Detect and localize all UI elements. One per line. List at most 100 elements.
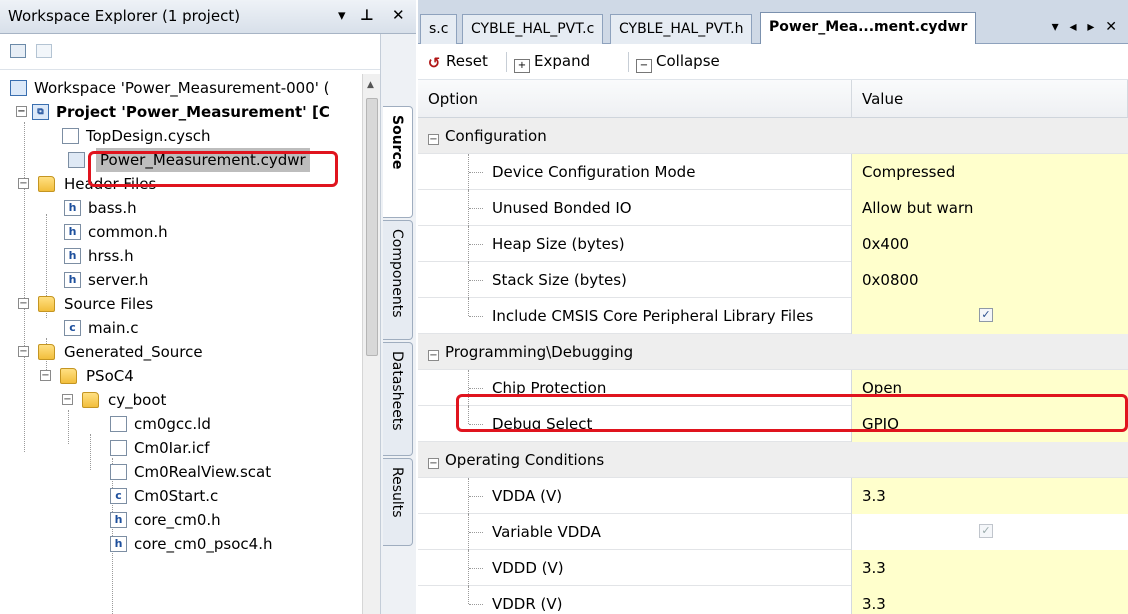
tab-cyble-hal-pvt-c[interactable]: CYBLE_HAL_PVT.c	[462, 14, 604, 44]
collapse-icon[interactable]: −	[428, 458, 439, 469]
reset-button[interactable]: ↺ Reset	[426, 52, 488, 72]
project-icon: ⧉	[32, 104, 49, 120]
row-vddd[interactable]: VDDD (V) 3.3	[418, 550, 1128, 586]
tree-project[interactable]: − ⧉ Project 'Power_Measurement' [C	[8, 100, 362, 124]
tab-cyble-hal-pvt-h[interactable]: CYBLE_HAL_PVT.h	[610, 14, 753, 44]
tab-source-label: Source	[389, 115, 405, 170]
tab-components-label: Components	[389, 229, 405, 318]
close-icon[interactable]: ✕	[392, 6, 405, 24]
value-cell[interactable]: 3.3	[852, 586, 1128, 614]
collapse-icon[interactable]: −	[18, 178, 29, 189]
tab-label: Power_Mea...ment.cydwr	[769, 19, 968, 35]
collapse-icon[interactable]: −	[18, 346, 29, 357]
editor-panel: s.c CYBLE_HAL_PVT.c CYBLE_HAL_PVT.h Powe…	[418, 0, 1128, 614]
reset-icon: ↺	[427, 54, 441, 72]
category-programming-debugging[interactable]: − Programming\Debugging	[418, 334, 1128, 370]
tab-datasheets[interactable]: Datasheets	[383, 342, 413, 456]
tree-item-label: common.h	[88, 223, 168, 241]
folder-icon	[38, 344, 55, 360]
tab-cyble-s-c[interactable]: s.c	[420, 14, 458, 44]
explorer-scrollbar[interactable]: ▲	[362, 74, 380, 614]
scroll-up-icon[interactable]: ▲	[367, 80, 374, 90]
include-cmsis-checkbox[interactable]: ✓	[979, 308, 993, 322]
option-label: Stack Size (bytes)	[492, 271, 627, 289]
header-file-icon: h	[110, 512, 127, 528]
tree-item-label: main.c	[88, 319, 139, 337]
tree-item-label: Cm0RealView.scat	[134, 463, 272, 481]
row-stack-size[interactable]: Stack Size (bytes) 0x0800	[418, 262, 1128, 298]
command-bar: ↺ Reset + Expand − Collapse	[418, 44, 1128, 80]
tree-item-label: core_cm0.h	[134, 511, 221, 529]
workspace-icon	[10, 80, 27, 96]
category-operating-conditions[interactable]: − Operating Conditions	[418, 442, 1128, 478]
document-tab-bar: s.c CYBLE_HAL_PVT.c CYBLE_HAL_PVT.h Powe…	[418, 0, 1128, 45]
collapse-icon[interactable]: −	[428, 350, 439, 361]
row-unused-bonded-io[interactable]: Unused Bonded IO Allow but warn	[418, 190, 1128, 226]
header-file-icon: h	[64, 200, 81, 216]
explorer-title-bar: Workspace Explorer (1 project) ▾ ⊥ ✕	[0, 0, 416, 34]
column-header-value[interactable]: Value	[852, 80, 1128, 118]
tree-item-label: PSoC4	[86, 367, 134, 385]
value-cell[interactable]: Allow but warn	[852, 190, 1128, 226]
collapse-button[interactable]: − Collapse	[636, 52, 720, 73]
schematic-icon	[62, 128, 79, 144]
tree-item-label: cy_boot	[108, 391, 167, 409]
category-label: Configuration	[445, 127, 547, 145]
property-grid: Option Value − Configuration Device Confi…	[418, 80, 1128, 614]
value-cell[interactable]: 3.3	[852, 478, 1128, 514]
value-cell[interactable]: 0x0800	[852, 262, 1128, 298]
collapse-icon[interactable]: −	[40, 370, 51, 381]
highlight-debug-select	[456, 394, 1128, 432]
collapse-icon[interactable]: −	[428, 134, 439, 145]
c-file-icon: c	[64, 320, 81, 336]
tab-results[interactable]: Results	[383, 458, 413, 546]
tab-controls[interactable]: ▾ ◂ ▸ ✕	[1052, 19, 1120, 35]
collapse-icon[interactable]: −	[18, 298, 29, 309]
tab-components[interactable]: Components	[383, 220, 413, 340]
collapse-icon: −	[636, 59, 652, 73]
tree-item-label: cm0gcc.ld	[134, 415, 211, 433]
expand-button[interactable]: + Expand	[514, 52, 590, 73]
expand-label: Expand	[534, 52, 591, 70]
column-header-option[interactable]: Option	[418, 80, 852, 118]
option-label: VDDD (V)	[492, 559, 564, 577]
properties-icon[interactable]	[10, 44, 26, 58]
pin-icon[interactable]: ⊥	[360, 6, 374, 24]
tab-datasheets-label: Datasheets	[389, 351, 405, 431]
collapse-icon[interactable]: −	[62, 394, 73, 405]
folder-icon	[60, 368, 77, 384]
workspace-explorer-panel: Workspace Explorer (1 project) ▾ ⊥ ✕ Wor…	[0, 0, 416, 614]
row-variable-vdda[interactable]: Variable VDDA ✓	[418, 514, 1128, 550]
tree-item-label: Source Files	[64, 295, 154, 313]
option-label: Unused Bonded IO	[492, 199, 632, 217]
file-icon	[110, 464, 127, 480]
row-vdda[interactable]: VDDA (V) 3.3	[418, 478, 1128, 514]
tab-label: s.c	[429, 21, 449, 37]
tree-item-label: Generated_Source	[64, 343, 203, 361]
tree-workspace[interactable]: Workspace 'Power_Measurement-000' (	[8, 76, 362, 100]
header-file-icon: h	[64, 224, 81, 240]
c-file-icon: c	[110, 488, 127, 504]
row-device-configuration-mode[interactable]: Device Configuration Mode Compressed	[418, 154, 1128, 190]
value-cell[interactable]: Compressed	[852, 154, 1128, 190]
tab-source[interactable]: Source	[383, 106, 413, 218]
dropdown-icon[interactable]: ▾	[338, 6, 346, 24]
value-cell[interactable]: 3.3	[852, 550, 1128, 586]
row-vddr[interactable]: VDDR (V) 3.3	[418, 586, 1128, 614]
row-include-cmsis[interactable]: Include CMSIS Core Peripheral Library Fi…	[418, 298, 1128, 334]
collapse-icon[interactable]: −	[16, 106, 27, 117]
file-icon	[110, 416, 127, 432]
row-heap-size[interactable]: Heap Size (bytes) 0x400	[418, 226, 1128, 262]
option-label: Device Configuration Mode	[492, 163, 696, 181]
category-configuration[interactable]: − Configuration	[418, 118, 1128, 154]
scrollbar-thumb[interactable]	[366, 98, 378, 356]
tab-power-measurement-cydwr[interactable]: Power_Mea...ment.cydwr	[760, 12, 977, 45]
value-cell[interactable]: 0x400	[852, 226, 1128, 262]
reset-label: Reset	[446, 52, 488, 70]
option-label: Heap Size (bytes)	[492, 235, 625, 253]
design-wide-resources-icon	[68, 152, 85, 168]
tab-label: CYBLE_HAL_PVT.h	[619, 21, 744, 37]
option-label: VDDR (V)	[492, 595, 563, 613]
refresh-icon[interactable]	[36, 44, 52, 58]
header-file-icon: h	[110, 536, 127, 552]
